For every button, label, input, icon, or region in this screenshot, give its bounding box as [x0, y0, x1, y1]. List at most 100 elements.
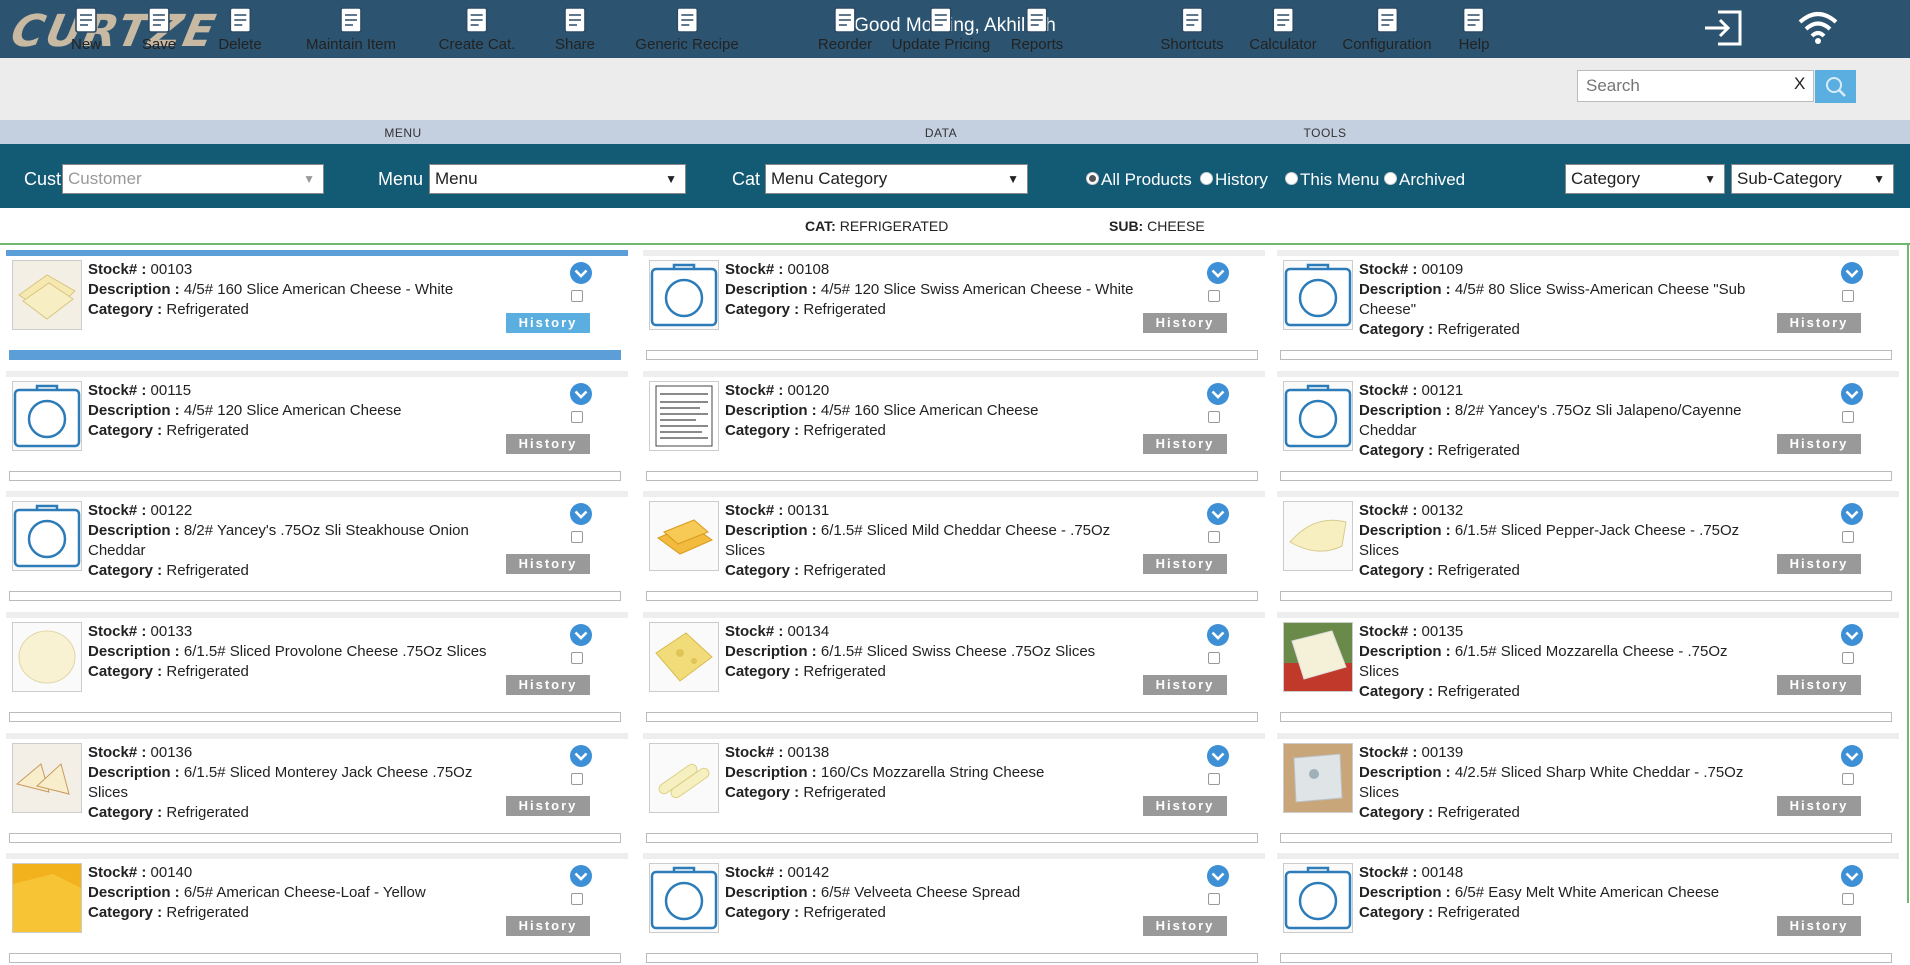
- radio-this-menu[interactable]: This Menu: [1285, 170, 1379, 190]
- logout-icon[interactable]: [1702, 8, 1744, 48]
- select-checkbox[interactable]: [571, 290, 583, 302]
- select-checkbox[interactable]: [1208, 290, 1220, 302]
- chevron-down-circle-icon[interactable]: [1206, 864, 1230, 888]
- history-button[interactable]: History: [1143, 796, 1227, 816]
- history-button[interactable]: History: [1143, 916, 1227, 936]
- product-card[interactable]: Stock# : 00138 Description : 160/Cs Mozza…: [643, 733, 1265, 845]
- product-card[interactable]: Stock# : 00131 Description : 6/1.5# Slice…: [643, 491, 1265, 603]
- select-checkbox[interactable]: [571, 773, 583, 785]
- select-checkbox[interactable]: [1842, 411, 1854, 423]
- category-select[interactable]: Category ▼: [1565, 164, 1725, 194]
- chevron-down-circle-icon[interactable]: [1206, 744, 1230, 768]
- product-card[interactable]: Stock# : 00140 Description : 6/5# America…: [6, 853, 628, 965]
- select-checkbox[interactable]: [1208, 411, 1220, 423]
- select-checkbox[interactable]: [571, 893, 583, 905]
- radio-button[interactable]: [1285, 172, 1298, 186]
- chevron-down-circle-icon[interactable]: [569, 261, 593, 285]
- product-card[interactable]: Stock# : 00142 Description : 6/5# Velveet…: [643, 853, 1265, 965]
- select-checkbox[interactable]: [1208, 531, 1220, 543]
- subcategory-select[interactable]: Sub-Category ▼: [1731, 164, 1894, 194]
- history-button[interactable]: History: [1777, 916, 1861, 936]
- radio-history[interactable]: History: [1200, 170, 1268, 190]
- chevron-down-circle-icon[interactable]: [1206, 623, 1230, 647]
- product-card[interactable]: Stock# : 00134 Description : 6/1.5# Slice…: [643, 612, 1265, 724]
- select-checkbox[interactable]: [1208, 893, 1220, 905]
- history-button[interactable]: History: [506, 554, 590, 574]
- toolbar-button-configuration[interactable]: Configuration: [1342, 6, 1432, 53]
- chevron-down-circle-icon[interactable]: [569, 623, 593, 647]
- menu-category-select[interactable]: Menu Category ▼: [765, 164, 1028, 194]
- history-button[interactable]: History: [1143, 434, 1227, 454]
- toolbar-button-new[interactable]: New: [71, 6, 101, 53]
- product-card[interactable]: Stock# : 00120 Description : 4/5# 160 Sli…: [643, 371, 1265, 483]
- history-button[interactable]: History: [1143, 313, 1227, 333]
- menu-select[interactable]: Menu ▼: [429, 164, 686, 194]
- history-button[interactable]: History: [1777, 675, 1861, 695]
- product-card[interactable]: Stock# : 00108 Description : 4/5# 120 Sli…: [643, 250, 1265, 362]
- history-button[interactable]: History: [1143, 554, 1227, 574]
- product-card[interactable]: Stock# : 00133 Description : 6/1.5# Slice…: [6, 612, 628, 724]
- select-checkbox[interactable]: [1842, 773, 1854, 785]
- history-button[interactable]: History: [1777, 796, 1861, 816]
- history-button[interactable]: History: [1777, 434, 1861, 454]
- chevron-down-circle-icon[interactable]: [569, 744, 593, 768]
- chevron-down-circle-icon[interactable]: [569, 382, 593, 406]
- toolbar-button-shortcuts[interactable]: Shortcuts: [1160, 6, 1224, 53]
- radio-all-products[interactable]: All Products: [1086, 170, 1192, 190]
- select-checkbox[interactable]: [1842, 290, 1854, 302]
- chevron-down-circle-icon[interactable]: [1840, 744, 1864, 768]
- toolbar-button-delete[interactable]: Delete: [218, 6, 262, 53]
- chevron-down-circle-icon[interactable]: [569, 502, 593, 526]
- select-checkbox[interactable]: [1208, 652, 1220, 664]
- product-card[interactable]: Stock# : 00115 Description : 4/5# 120 Sli…: [6, 371, 628, 483]
- toolbar-button-maintain-item[interactable]: Maintain Item: [306, 6, 396, 53]
- select-checkbox[interactable]: [1208, 773, 1220, 785]
- history-button[interactable]: History: [506, 916, 590, 936]
- select-checkbox[interactable]: [571, 531, 583, 543]
- toolbar-button-generic-recipe[interactable]: Generic Recipe: [635, 6, 739, 53]
- select-checkbox[interactable]: [1842, 531, 1854, 543]
- product-card[interactable]: Stock# : 00136 Description : 6/1.5# Slice…: [6, 733, 628, 845]
- select-checkbox[interactable]: [1842, 652, 1854, 664]
- chevron-down-circle-icon[interactable]: [1840, 261, 1864, 285]
- search-clear-button[interactable]: X: [1794, 74, 1805, 94]
- toolbar-button-share[interactable]: Share: [555, 6, 595, 53]
- chevron-down-circle-icon[interactable]: [1840, 864, 1864, 888]
- radio-button[interactable]: [1200, 172, 1213, 186]
- radio-button[interactable]: [1384, 172, 1397, 186]
- history-button[interactable]: History: [1777, 313, 1861, 333]
- toolbar-button-help[interactable]: Help: [1459, 6, 1489, 53]
- history-button[interactable]: History: [1777, 554, 1861, 574]
- history-button[interactable]: History: [1143, 675, 1227, 695]
- product-card[interactable]: Stock# : 00121 Description : 8/2# Yancey'…: [1277, 371, 1899, 483]
- product-card[interactable]: Stock# : 00148 Description : 6/5# Easy Me…: [1277, 853, 1899, 965]
- toolbar-button-calculator[interactable]: Calculator: [1249, 6, 1317, 53]
- chevron-down-circle-icon[interactable]: [569, 864, 593, 888]
- radio-button[interactable]: [1086, 172, 1099, 186]
- product-card[interactable]: Stock# : 00139 Description : 4/2.5# Slice…: [1277, 733, 1899, 845]
- chevron-down-circle-icon[interactable]: [1206, 261, 1230, 285]
- history-button[interactable]: History: [506, 313, 590, 333]
- toolbar-button-save[interactable]: Save: [142, 6, 176, 53]
- select-checkbox[interactable]: [1842, 893, 1854, 905]
- chevron-down-circle-icon[interactable]: [1206, 382, 1230, 406]
- product-card[interactable]: Stock# : 00122 Description : 8/2# Yancey'…: [6, 491, 628, 603]
- history-button[interactable]: History: [506, 796, 590, 816]
- chevron-down-circle-icon[interactable]: [1840, 502, 1864, 526]
- product-card[interactable]: Stock# : 00132 Description : 6/1.5# Slice…: [1277, 491, 1899, 603]
- chevron-down-circle-icon[interactable]: [1840, 382, 1864, 406]
- history-button[interactable]: History: [506, 675, 590, 695]
- toolbar-button-reports[interactable]: Reports: [1011, 6, 1063, 53]
- select-checkbox[interactable]: [571, 652, 583, 664]
- toolbar-button-update-pricing[interactable]: Update Pricing: [892, 6, 990, 53]
- select-checkbox[interactable]: [571, 411, 583, 423]
- product-card[interactable]: Stock# : 00103 Description : 4/5# 160 Sli…: [6, 250, 628, 362]
- customer-select[interactable]: Customer ▼: [62, 164, 324, 194]
- toolbar-button-create-cat[interactable]: Create Cat.: [439, 6, 515, 53]
- search-input[interactable]: [1584, 71, 1778, 101]
- radio-archived[interactable]: Archived: [1384, 170, 1465, 190]
- toolbar-button-reorder[interactable]: Reorder: [818, 6, 872, 53]
- search-button[interactable]: [1815, 70, 1856, 103]
- history-button[interactable]: History: [506, 434, 590, 454]
- chevron-down-circle-icon[interactable]: [1840, 623, 1864, 647]
